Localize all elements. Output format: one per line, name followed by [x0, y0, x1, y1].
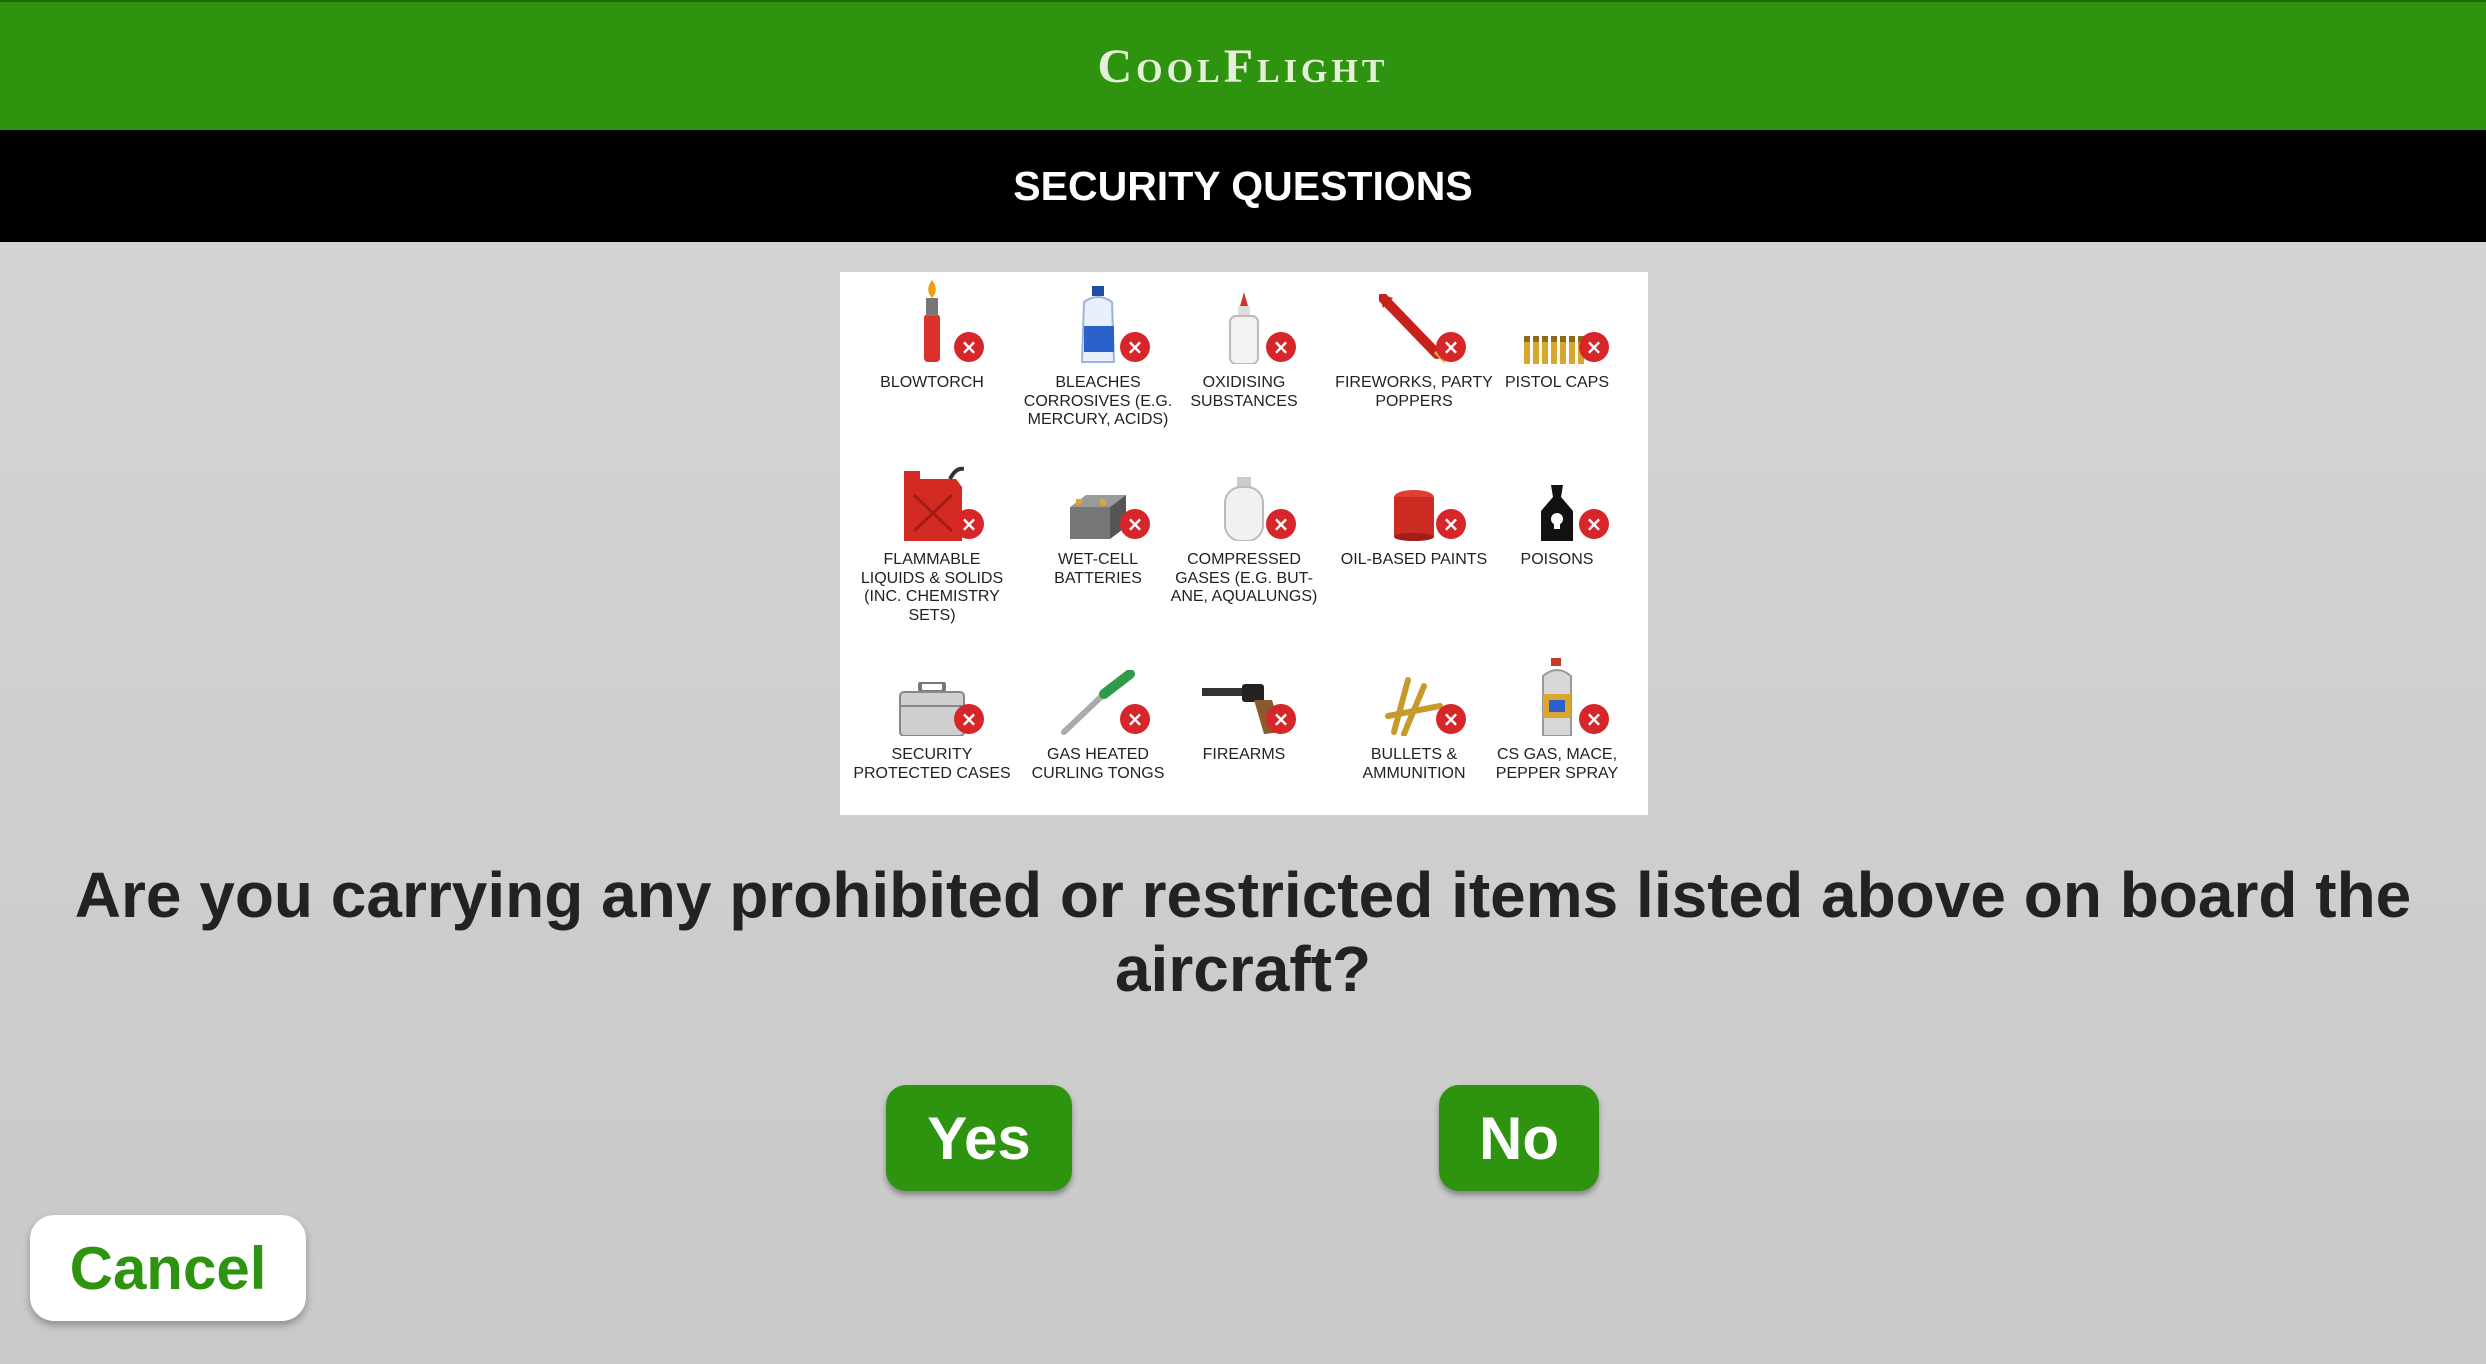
- prohibited-item: × BULLETS & AMMUNITION: [1334, 652, 1494, 783]
- prohibited-item: × CS GAS, MACE, PEPPER SPRAY: [1477, 652, 1637, 783]
- item-label: GAS HEATED CURLING TONGS: [1031, 746, 1165, 782]
- prohibited-x-icon: ×: [1120, 509, 1150, 539]
- gas-cylinder-icon: [1224, 477, 1264, 541]
- item-label: BLEACHES CORROSIVES (E.G. MERCURY, ACIDS…: [1023, 374, 1173, 428]
- prohibited-x-icon: ×: [1579, 704, 1609, 734]
- prohibited-item: × SECURITY PROTECTED CASES: [852, 652, 1012, 783]
- prohibited-x-icon: ×: [1579, 509, 1609, 539]
- cancel-button[interactable]: Cancel: [30, 1215, 306, 1321]
- item-label: CS GAS, MACE, PEPPER SPRAY: [1495, 746, 1619, 782]
- page-title: SECURITY QUESTIONS: [1013, 162, 1473, 209]
- app-header: CoolFlight: [0, 0, 2486, 130]
- item-label: PISTOL CAPS: [1504, 374, 1610, 391]
- yes-button[interactable]: Yes: [886, 1085, 1072, 1191]
- brand-logo: CoolFlight: [1097, 39, 1389, 93]
- prohibited-item: × BLEACHES CORROSIVES (E.G. MERCURY, ACI…: [1018, 280, 1178, 430]
- prohibited-x-icon: ×: [1120, 332, 1150, 362]
- paint-can-icon: [1394, 490, 1434, 541]
- poison-bag-icon: [1541, 485, 1573, 541]
- prohibited-x-icon: ×: [1120, 704, 1150, 734]
- prohibited-x-icon: ×: [954, 509, 984, 539]
- prohibited-x-icon: ×: [954, 332, 984, 362]
- prohibited-item: × OIL-BASED PAINTS: [1334, 457, 1494, 570]
- item-label: FIREARMS: [1202, 746, 1286, 763]
- prohibited-x-icon: ×: [1266, 704, 1296, 734]
- prohibited-x-icon: ×: [1436, 332, 1466, 362]
- prohibited-x-icon: ×: [1266, 509, 1296, 539]
- prohibited-item: × FIREWORKS, PARTY POPPERS: [1334, 280, 1494, 411]
- item-label: OXIDISING SUBSTANCES: [1190, 374, 1298, 410]
- prohibited-item: × OXIDISING SUBSTANCES: [1164, 280, 1324, 411]
- item-label: BULLETS & AMMUNITION: [1362, 746, 1466, 782]
- item-label: POISONS: [1520, 551, 1594, 568]
- item-label: FLAMMABLE LIQUIDS & SOLIDS (INC. CHEMIST…: [860, 551, 1004, 624]
- item-label: OIL-BASED PAINTS: [1340, 551, 1488, 568]
- prohibited-item: × POISONS: [1477, 457, 1637, 570]
- prohibited-x-icon: ×: [954, 704, 984, 734]
- prohibited-item: × FLAMMABLE LIQUIDS & SOLIDS (INC. CHEMI…: [852, 457, 1012, 625]
- prohibited-item: × BLOWTORCH: [852, 280, 1012, 393]
- no-button[interactable]: No: [1439, 1085, 1599, 1191]
- prohibited-item: × PISTOL CAPS: [1477, 280, 1637, 393]
- prohibited-x-icon: ×: [1436, 704, 1466, 734]
- bullets-icon: [1385, 677, 1443, 736]
- oxidiser-bottle-icon: [1229, 292, 1259, 364]
- item-label: FIREWORKS, PARTY POPPERS: [1335, 374, 1493, 410]
- prohibited-item: × WET-CELL BATTERIES: [1018, 457, 1178, 588]
- prohibited-item: × FIREARMS: [1164, 652, 1324, 765]
- security-question: Are you carrying any prohibited or restr…: [74, 859, 2412, 1005]
- page-title-bar: SECURITY QUESTIONS: [0, 130, 2486, 242]
- bleach-bottle-icon: [1080, 286, 1116, 363]
- prohibited-x-icon: ×: [1579, 332, 1609, 362]
- item-label: SECURITY PROTECTED CASES: [853, 746, 1011, 782]
- item-label: WET-CELL BATTERIES: [1054, 551, 1142, 587]
- prohibited-items-chart: × BLOWTORCH × BLEACHES CORROSIVES (E.G. …: [840, 272, 1648, 815]
- prohibited-item: × GAS HEATED CURLING TONGS: [1018, 652, 1178, 783]
- prohibited-x-icon: ×: [1266, 332, 1296, 362]
- blowtorch-icon: [924, 280, 940, 362]
- briefcase-icon: [899, 682, 965, 736]
- spray-can-icon: [1542, 658, 1572, 736]
- item-label: COMPRESSED GASES (E.G. BUT-ANE, AQUALUNG…: [1170, 551, 1318, 605]
- item-label: BLOWTORCH: [880, 374, 984, 391]
- prohibited-item: × COMPRESSED GASES (E.G. BUT-ANE, AQUALU…: [1164, 457, 1324, 607]
- car-battery-icon: [1070, 495, 1126, 539]
- prohibited-x-icon: ×: [1436, 509, 1466, 539]
